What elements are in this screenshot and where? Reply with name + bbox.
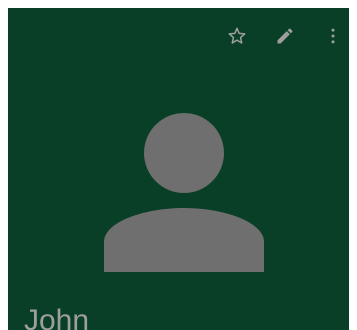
more-options-button[interactable] (321, 24, 345, 48)
favorite-button[interactable] (225, 24, 249, 48)
contact-name: John (24, 303, 89, 330)
person-placeholder-icon (104, 112, 264, 272)
more-vert-icon (323, 26, 343, 46)
pencil-icon (275, 26, 295, 46)
contact-header: John (8, 8, 349, 330)
star-outline-icon (227, 26, 247, 46)
edit-button[interactable] (273, 24, 297, 48)
header-toolbar (201, 24, 345, 48)
